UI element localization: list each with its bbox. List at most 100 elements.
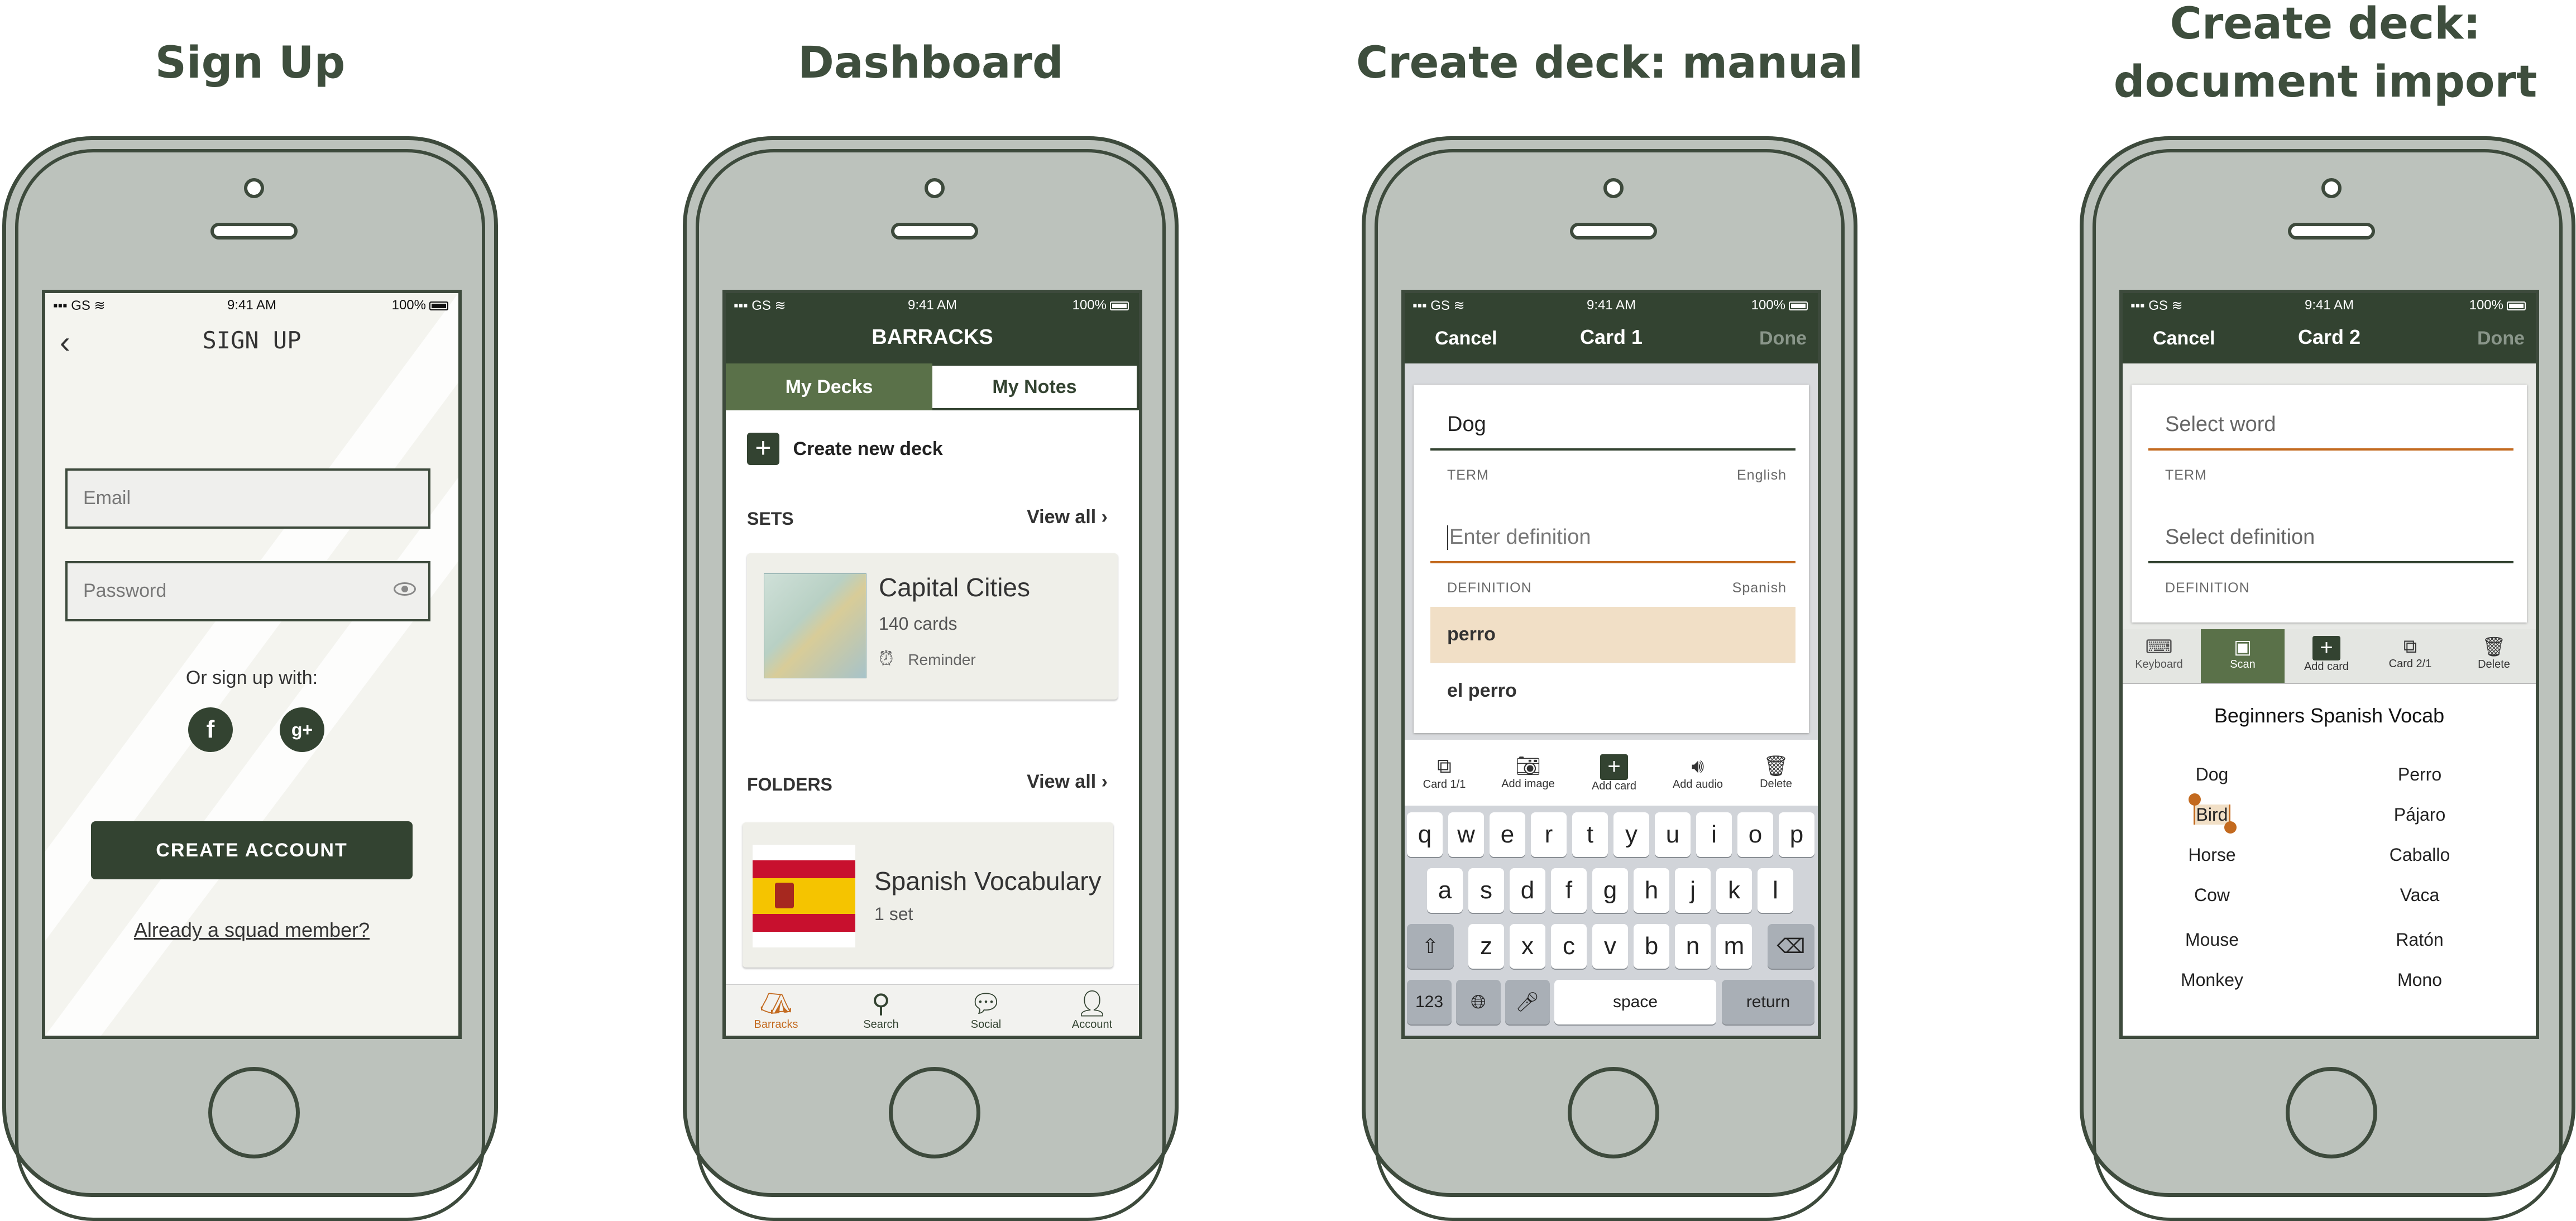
signup-screen: ▪▪▪ GS ≋ 9:41 AM 100% ‹ SIGN UP Email Pa…	[42, 290, 462, 1039]
key-w[interactable]: w	[1448, 812, 1484, 857]
globe-key[interactable]: 🌐︎	[1456, 980, 1501, 1024]
key-b[interactable]: b	[1634, 924, 1669, 969]
word-dog[interactable]: Dog	[2156, 764, 2268, 805]
scan-button[interactable]: ▣ Scan	[2201, 629, 2285, 683]
word-cow[interactable]: Cow	[2156, 885, 2268, 930]
key-j[interactable]: j	[1675, 868, 1711, 913]
home-button[interactable]	[1568, 1067, 1659, 1158]
key-o[interactable]: o	[1737, 812, 1773, 857]
term-field[interactable]: Select word	[2148, 401, 2513, 451]
term-label: TERM	[2165, 467, 2207, 483]
suggestion-perro[interactable]: perro	[1430, 607, 1795, 663]
definition-field[interactable]: Enter definition	[1430, 514, 1795, 563]
key-i[interactable]: i	[1696, 812, 1732, 857]
selection-start-handle[interactable]	[2189, 793, 2201, 806]
definition-field[interactable]: Select definition	[2148, 514, 2513, 563]
nav-account[interactable]: 👤︎ Account	[1053, 988, 1131, 1031]
home-button[interactable]	[208, 1067, 300, 1158]
word-mouse[interactable]: Mouse	[2156, 930, 2268, 970]
term-language[interactable]: English	[1737, 467, 1787, 483]
email-field[interactable]: Email	[65, 468, 430, 529]
word-bird-selected[interactable]: Bird	[2156, 793, 2268, 845]
word-mono[interactable]: Mono	[2364, 970, 2476, 1010]
numbers-key[interactable]: 123	[1407, 980, 1452, 1024]
trash-icon: 🗑︎	[1763, 754, 1789, 777]
term-field[interactable]: Dog	[1430, 401, 1795, 451]
tab-my-decks[interactable]: My Decks	[726, 363, 932, 410]
key-f[interactable]: f	[1551, 868, 1587, 913]
already-member-link[interactable]: Already a squad member?	[45, 918, 458, 942]
card-toolbar: ⧉ Card 1/1 📷︎ Add image + Add card 🔊︎ Add au…	[1405, 740, 1818, 806]
word-pajaro[interactable]: Pájaro	[2364, 805, 2476, 845]
word-horse[interactable]: Horse	[2156, 845, 2268, 885]
key-q[interactable]: q	[1407, 812, 1443, 857]
add-image-button[interactable]: 📷︎ Add image	[1497, 754, 1559, 791]
key-n[interactable]: n	[1675, 924, 1711, 969]
suggestion-el-perro[interactable]: el perro	[1430, 663, 1795, 719]
key-c[interactable]: c	[1551, 924, 1587, 969]
key-u[interactable]: u	[1655, 812, 1691, 857]
set-card[interactable]: Capital Cities 140 cards ⏰︎ Reminder	[747, 553, 1118, 700]
app-title: BARRACKS	[872, 325, 993, 349]
word-monkey[interactable]: Monkey	[2156, 970, 2268, 1010]
card-counter-button[interactable]: ⧉ Card 1/1	[1419, 754, 1469, 791]
shift-key[interactable]: ⇧	[1407, 924, 1454, 969]
nav-barracks[interactable]: ⛺︎ Barracks	[737, 988, 815, 1031]
delete-button[interactable]: 🗑︎ Delete	[1751, 754, 1801, 791]
card-counter-button[interactable]: ⧉ Card 2/1	[2379, 636, 2441, 671]
key-r[interactable]: r	[1531, 812, 1567, 857]
home-button[interactable]	[889, 1067, 980, 1158]
return-key[interactable]: return	[1722, 980, 1814, 1024]
create-deck-button[interactable]: + Create new deck	[747, 433, 943, 466]
selection-end-handle[interactable]	[2224, 821, 2237, 834]
definition-label: DEFINITION	[2165, 580, 2250, 596]
keyboard-button[interactable]: ⌨︎ Keyboard	[2128, 636, 2190, 671]
key-v[interactable]: v	[1592, 924, 1628, 969]
key-p[interactable]: p	[1779, 812, 1814, 857]
done-button[interactable]: Done	[2477, 328, 2525, 349]
key-y[interactable]: y	[1613, 812, 1649, 857]
folder-card[interactable]: Spanish Vocabulary 1 set	[743, 822, 1113, 968]
key-l[interactable]: l	[1758, 868, 1793, 913]
facebook-button[interactable]: f	[188, 707, 233, 752]
page-title: SIGN UP	[202, 327, 301, 354]
word-raton[interactable]: Ratón	[2364, 930, 2476, 970]
key-s[interactable]: s	[1468, 868, 1504, 913]
sets-view-all-link[interactable]: View all ›	[1027, 506, 1108, 528]
password-field[interactable]: Password	[65, 561, 430, 621]
delete-button[interactable]: 🗑︎ Delete	[2463, 636, 2525, 671]
key-k[interactable]: k	[1716, 868, 1752, 913]
word-vaca[interactable]: Vaca	[2364, 885, 2476, 930]
card-editor: Select word TERM Select definition DEFIN…	[2132, 385, 2527, 623]
definition-language[interactable]: Spanish	[1732, 580, 1787, 596]
reminder[interactable]: ⏰︎ Reminder	[879, 648, 976, 670]
key-t[interactable]: t	[1572, 812, 1608, 857]
nav-search[interactable]: ⚲ Search	[842, 988, 920, 1031]
key-d[interactable]: d	[1510, 868, 1545, 913]
word-perro[interactable]: Perro	[2364, 764, 2476, 805]
tab-my-notes[interactable]: My Notes	[932, 363, 1139, 410]
google-plus-button[interactable]: g+	[280, 707, 324, 752]
nav-social[interactable]: 💬︎ Social	[947, 988, 1025, 1031]
microphone-key[interactable]: 🎤︎	[1505, 980, 1550, 1024]
key-a[interactable]: a	[1427, 868, 1463, 913]
camera	[1603, 178, 1624, 198]
key-g[interactable]: g	[1592, 868, 1628, 913]
key-x[interactable]: x	[1510, 924, 1545, 969]
folders-view-all-link[interactable]: View all ›	[1027, 771, 1108, 793]
manual-screen: ▪▪▪ GS ≋ 9:41 AM 100% Cancel Card 1 Done…	[1401, 290, 1821, 1039]
key-h[interactable]: h	[1634, 868, 1669, 913]
key-z[interactable]: z	[1468, 924, 1504, 969]
add-card-button[interactable]: + Add card	[2296, 636, 2357, 673]
eye-icon[interactable]	[394, 582, 416, 596]
add-audio-button[interactable]: 🔊︎ Add audio	[1667, 754, 1728, 791]
word-caballo[interactable]: Caballo	[2364, 845, 2476, 885]
key-e[interactable]: e	[1490, 812, 1525, 857]
key-m[interactable]: m	[1716, 924, 1752, 969]
done-button[interactable]: Done	[1759, 328, 1807, 349]
backspace-key[interactable]: ⌫	[1768, 924, 1814, 969]
create-account-button[interactable]: CREATE ACCOUNT	[91, 821, 413, 879]
add-card-button[interactable]: + Add card	[1583, 754, 1645, 793]
home-button[interactable]	[2286, 1067, 2377, 1158]
space-key[interactable]: space	[1554, 980, 1716, 1024]
